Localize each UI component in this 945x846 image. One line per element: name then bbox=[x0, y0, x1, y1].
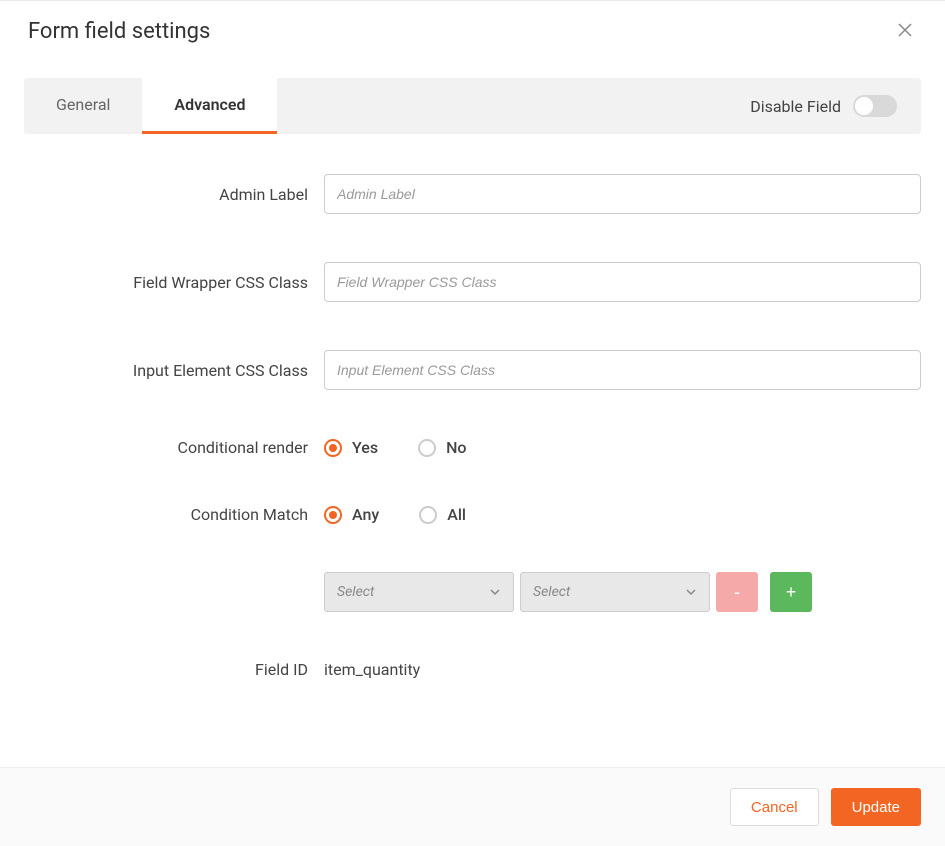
input-class-label: Input Element CSS Class bbox=[24, 361, 324, 380]
add-condition-button[interactable]: + bbox=[770, 572, 812, 612]
conditional-render-radio-group: Yes No bbox=[324, 438, 921, 457]
input-class-input[interactable] bbox=[324, 350, 921, 390]
wrapper-class-row: Field Wrapper CSS Class bbox=[24, 262, 921, 302]
remove-condition-button[interactable]: - bbox=[716, 572, 758, 612]
input-class-control bbox=[324, 350, 921, 390]
radio-all bbox=[419, 506, 437, 524]
admin-label-input[interactable] bbox=[324, 174, 921, 214]
condition-match-control: Any All bbox=[324, 505, 921, 524]
condition-rule-control: Select Select - + bbox=[324, 572, 921, 612]
admin-label-label: Admin Label bbox=[24, 185, 324, 204]
tabs-bar: General Advanced Disable Field bbox=[24, 78, 921, 134]
chevron-down-icon bbox=[489, 583, 501, 602]
conditional-render-yes-option[interactable]: Yes bbox=[324, 438, 378, 457]
admin-label-control bbox=[324, 174, 921, 214]
field-id-value: item_quantity bbox=[324, 660, 420, 679]
close-icon bbox=[898, 21, 912, 42]
radio-no-label: No bbox=[446, 438, 466, 457]
conditional-render-control: Yes No bbox=[324, 438, 921, 457]
condition-value-placeholder: Select bbox=[533, 584, 570, 600]
modal-header: Form field settings bbox=[0, 1, 945, 62]
wrapper-class-control bbox=[324, 262, 921, 302]
wrapper-class-input[interactable] bbox=[324, 262, 921, 302]
condition-match-all-option[interactable]: All bbox=[419, 505, 466, 524]
radio-yes-label: Yes bbox=[352, 438, 378, 457]
close-button[interactable] bbox=[893, 20, 917, 44]
radio-yes bbox=[324, 439, 342, 457]
condition-field-placeholder: Select bbox=[337, 584, 374, 600]
tab-advanced[interactable]: Advanced bbox=[142, 78, 277, 134]
radio-all-label: All bbox=[447, 505, 466, 524]
modal-footer: Cancel Update bbox=[0, 767, 945, 846]
conditional-render-label: Conditional render bbox=[24, 438, 324, 457]
disable-field-label: Disable Field bbox=[750, 97, 841, 116]
condition-match-any-option[interactable]: Any bbox=[324, 505, 379, 524]
tabs: General Advanced bbox=[24, 78, 277, 134]
chevron-down-icon bbox=[685, 583, 697, 602]
field-id-row: Field ID item_quantity bbox=[24, 660, 921, 679]
conditional-render-row: Conditional render Yes No bbox=[24, 438, 921, 457]
field-id-label: Field ID bbox=[24, 660, 324, 679]
radio-any bbox=[324, 506, 342, 524]
condition-rule: Select Select - + bbox=[324, 572, 921, 612]
update-button[interactable]: Update bbox=[831, 788, 921, 826]
condition-field-select[interactable]: Select bbox=[324, 572, 514, 612]
condition-rule-row: Select Select - + bbox=[24, 572, 921, 612]
radio-no bbox=[418, 439, 436, 457]
modal-title: Form field settings bbox=[28, 19, 210, 44]
condition-match-radio-group: Any All bbox=[324, 505, 921, 524]
content-area: Admin Label Field Wrapper CSS Class Inpu… bbox=[0, 134, 945, 767]
condition-value-select[interactable]: Select bbox=[520, 572, 710, 612]
form-field-settings-modal: Form field settings General Advanced Dis… bbox=[0, 0, 945, 846]
condition-match-row: Condition Match Any All bbox=[24, 505, 921, 524]
disable-field-toggle[interactable] bbox=[853, 95, 897, 117]
conditional-render-no-option[interactable]: No bbox=[418, 438, 466, 457]
tab-general[interactable]: General bbox=[24, 78, 142, 134]
wrapper-class-label: Field Wrapper CSS Class bbox=[24, 273, 324, 292]
toggle-knob bbox=[855, 97, 873, 115]
admin-label-row: Admin Label bbox=[24, 174, 921, 214]
condition-match-label: Condition Match bbox=[24, 505, 324, 524]
input-class-row: Input Element CSS Class bbox=[24, 350, 921, 390]
field-id-control: item_quantity bbox=[324, 660, 921, 679]
radio-any-label: Any bbox=[352, 505, 379, 524]
disable-field-container: Disable Field bbox=[750, 95, 921, 117]
cancel-button[interactable]: Cancel bbox=[730, 788, 819, 826]
